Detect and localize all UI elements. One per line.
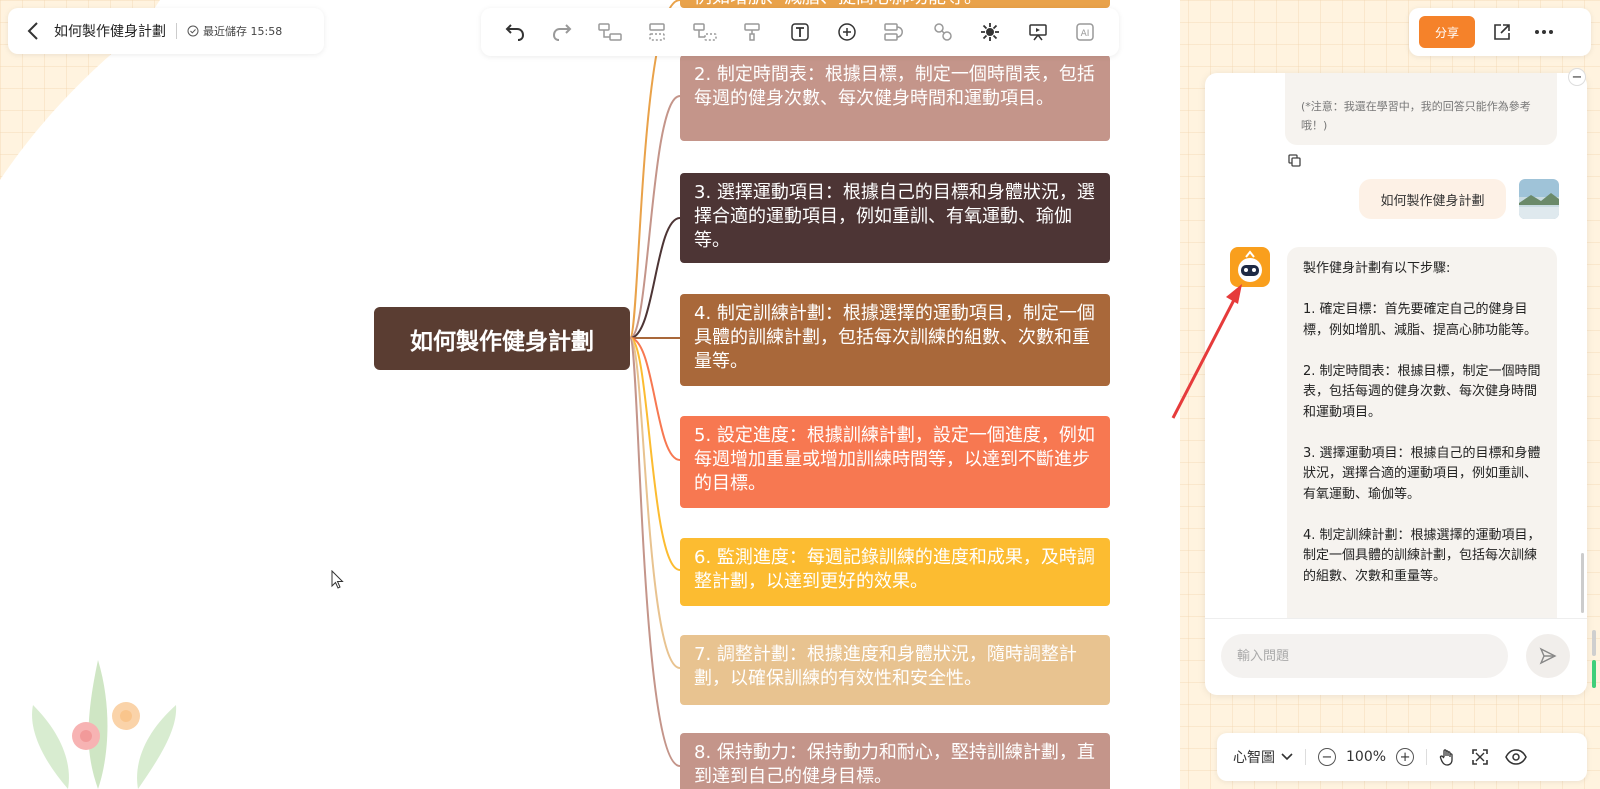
send-icon: [1539, 647, 1557, 665]
divider: [1305, 749, 1306, 765]
fit-screen-icon[interactable]: [1471, 748, 1489, 766]
view-mode-select[interactable]: 心智圖: [1233, 747, 1293, 767]
insert-child-icon[interactable]: [596, 18, 624, 46]
branch-node-8[interactable]: 8. 保持動力：保持動力和耐心，堅持訓練計劃，直到達到自己的健身目標。: [680, 733, 1110, 789]
zoom-control: − 100% +: [1318, 748, 1415, 766]
hand-tool-icon[interactable]: [1439, 748, 1455, 766]
insert-sibling-icon[interactable]: [643, 18, 671, 46]
zoom-level: 100%: [1346, 749, 1387, 765]
send-button[interactable]: [1526, 634, 1570, 678]
root-node[interactable]: 如何製作健身計劃: [374, 307, 630, 370]
check-circle-icon: [187, 25, 199, 37]
collapse-panel-button[interactable]: −: [1568, 68, 1586, 86]
document-title[interactable]: 如何製作健身計劃: [54, 21, 166, 41]
save-status-text: 最近儲存 15:58: [203, 25, 283, 38]
chat-input[interactable]: [1221, 634, 1508, 678]
bot-message: 製作健身計劃有以下步驟: 1. 確定目標：首先要確定自己的健身目標，例如增肌、減…: [1287, 247, 1557, 618]
bot-step-2: 2. 制定時間表：根據目標，制定一個時間表，包括每週的健身次數、每次健身時間和運…: [1303, 363, 1541, 420]
title-panel: 如何製作健身計劃 最近儲存 15:58: [8, 8, 324, 54]
preview-icon[interactable]: [1505, 749, 1527, 765]
bot-step-1: 1. 確定目標：首先要確定自己的健身目標，例如增肌、減脂、提高心肺功能等。: [1303, 302, 1538, 338]
format-painter-icon[interactable]: [738, 18, 766, 46]
branch-node-7[interactable]: 7. 調整計劃：根據進度和身體狀況，隨時調整計劃，以確保訓練的有效性和安全性。: [680, 635, 1110, 705]
divider: [176, 23, 177, 39]
back-icon[interactable]: [22, 20, 44, 42]
share-button[interactable]: 分享: [1419, 16, 1475, 48]
view-mode-label: 心智圖: [1233, 750, 1275, 766]
flower-decoration: [32, 660, 177, 789]
ai-icon[interactable]: AI: [1071, 18, 1099, 46]
add-icon[interactable]: [833, 18, 861, 46]
user-message: 如何製作健身計劃: [1359, 179, 1506, 219]
relationship-icon[interactable]: [881, 18, 909, 46]
zoom-in-button[interactable]: +: [1396, 748, 1415, 766]
chevron-down-icon: [1281, 753, 1293, 761]
summary-icon[interactable]: [976, 18, 1004, 46]
divider: [1426, 749, 1428, 765]
divider: [1205, 618, 1587, 619]
branch-node-5[interactable]: 5. 設定進度：根據訓練計劃，設定一個進度，例如每週增加重量或增加訓練時間等，以…: [680, 416, 1110, 508]
more-icon[interactable]: [1529, 17, 1559, 47]
zoom-out-button[interactable]: −: [1318, 748, 1336, 766]
redo-icon[interactable]: [548, 18, 576, 46]
branch-node-3[interactable]: 3. 選擇運動項目：根據自己的目標和身體狀況，選擇合適的運動項目，例如重訓、有氧…: [680, 173, 1110, 263]
save-status: 最近儲存 15:58: [187, 23, 282, 39]
undo-icon[interactable]: [501, 18, 529, 46]
bot-step-4: 4. 制定訓練計劃：根據選擇的運動項目，制定一個具體的訓練計劃，包括每次訓練的組…: [1303, 527, 1541, 584]
chat-scrollbar[interactable]: [1581, 553, 1584, 613]
presentation-icon[interactable]: [1024, 18, 1052, 46]
copy-icon[interactable]: [1287, 153, 1303, 169]
bot-intro: 製作健身計劃有以下步驟:: [1303, 261, 1451, 276]
branch-node-2[interactable]: 2. 制定時間表：根據目標，制定一個時間表，包括每週的健身次數、每次健身時間和運…: [680, 55, 1110, 141]
toolbar: AI: [481, 8, 1119, 56]
insert-parent-icon[interactable]: [691, 18, 719, 46]
branch-node-6[interactable]: 6. 監測進度：每週記錄訓練的進度和成果，及時調整計劃，以達到更好的效果。: [680, 538, 1110, 606]
text-icon[interactable]: [786, 18, 814, 46]
bot-step-3: 3. 選擇運動項目：根據自己的目標和身體狀況，選擇合適的運動項目，例如重訓、有氧…: [1303, 445, 1541, 502]
disclaimer-note: (*注意：我還在學習中，我的回答只能作為參考哦！): [1285, 73, 1557, 145]
bot-avatar: [1230, 247, 1270, 287]
link-icon[interactable]: [929, 18, 957, 46]
branch-node-1[interactable]: 例如增肌、減脂、提高心肺功能等。: [680, 0, 1110, 8]
side-indicator: [1592, 630, 1596, 688]
branch-node-4[interactable]: 4. 制定訓練計劃：根據選擇的運動項目，制定一個具體的訓練計劃，包括每次訓練的組…: [680, 294, 1110, 386]
ai-chat-panel: (*注意：我還在學習中，我的回答只能作為參考哦！) 如何製作健身計劃 製作健身計…: [1205, 73, 1587, 695]
chat-messages[interactable]: (*注意：我還在學習中，我的回答只能作為參考哦！) 如何製作健身計劃 製作健身計…: [1205, 73, 1587, 618]
top-right-actions: 分享: [1409, 8, 1591, 56]
ai-icon-label: AI: [1081, 29, 1090, 39]
bottom-toolbar: 心智圖 − 100% +: [1217, 733, 1587, 781]
mouse-cursor-icon: [331, 570, 344, 589]
export-icon[interactable]: [1487, 17, 1517, 47]
user-avatar: [1519, 179, 1559, 219]
